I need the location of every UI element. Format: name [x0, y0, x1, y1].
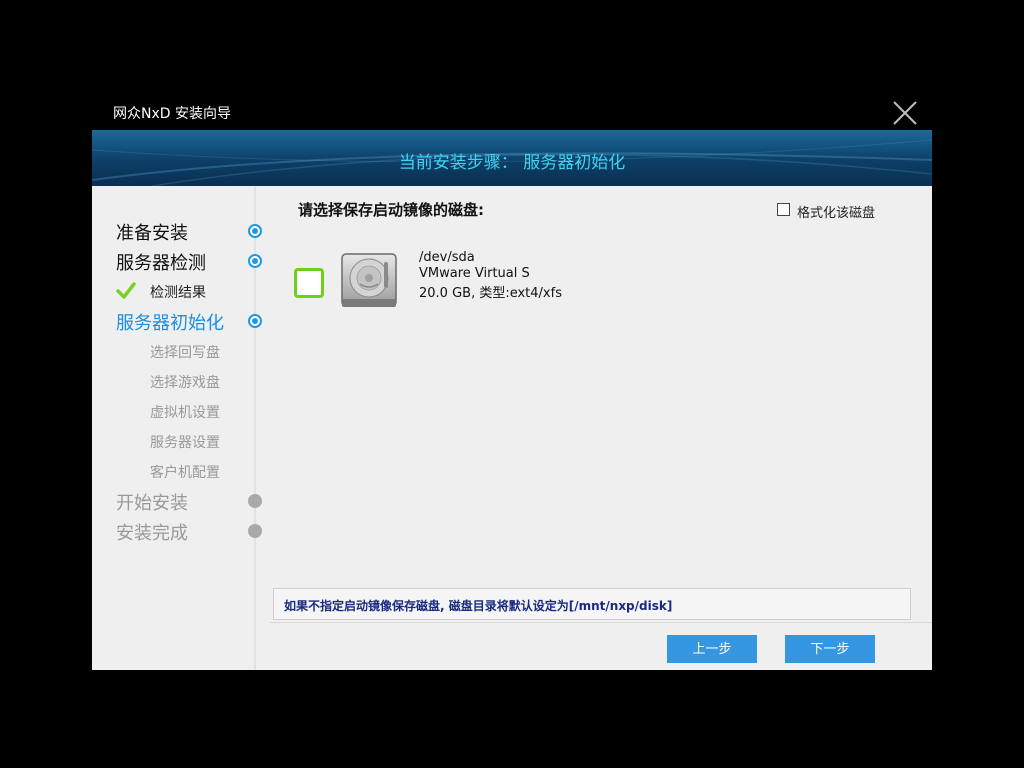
sidebar-substep-client-config: 客户机配置	[150, 465, 220, 481]
step-done-dot	[248, 254, 262, 268]
wizard-content: 准备安装 服务器检测 检测结果 服务器初始化 选择回写盘 选择游戏盘 虚拟机设置…	[92, 186, 932, 670]
step-pending-dot	[248, 524, 262, 538]
sidebar-substep-check-result: 检测结果	[150, 285, 206, 301]
disk-model: VMware Virtual S	[419, 266, 530, 281]
step-pending-dot	[248, 494, 262, 508]
hint-text: 如果不指定启动镜像保存磁盘, 磁盘目录将默认设定为[/mnt/nxp/disk]	[284, 599, 673, 613]
disk-select-checkbox[interactable]	[294, 268, 324, 298]
next-step-button[interactable]: 下一步	[785, 635, 875, 663]
step-current-dot	[248, 314, 262, 328]
hard-disk-icon[interactable]	[340, 252, 398, 310]
close-icon	[893, 101, 917, 125]
checkmark-icon	[116, 282, 136, 299]
sidebar-step-start-install: 开始安装	[116, 493, 188, 514]
format-disk-label[interactable]: 格式化该磁盘	[797, 202, 875, 221]
previous-step-button[interactable]: 上一步	[667, 635, 757, 663]
sidebar-step-server-check: 服务器检测	[116, 253, 206, 274]
sidebar-substep-writeback-disk: 选择回写盘	[150, 345, 220, 361]
sidebar-substep-game-disk: 选择游戏盘	[150, 375, 220, 391]
sidebar-substep-vm-settings: 虚拟机设置	[150, 405, 220, 421]
footer-divider	[270, 622, 932, 623]
disk-info: 20.0 GB, 类型:ext4/xfs	[419, 286, 562, 301]
default-path-hint: 如果不指定启动镜像保存磁盘, 磁盘目录将默认设定为[/mnt/nxp/disk]	[273, 588, 911, 620]
sidebar-substep-server-settings: 服务器设置	[150, 435, 220, 451]
app-title: 网众NxD 安装向导	[113, 106, 231, 122]
disk-prompt: 请选择保存启动镜像的磁盘:	[298, 201, 484, 219]
format-disk-checkbox[interactable]	[777, 203, 790, 216]
banner-title: 当前安装步骤： 服务器初始化	[398, 153, 626, 173]
close-button[interactable]	[891, 100, 919, 126]
sidebar-step-install-complete: 安装完成	[116, 523, 188, 544]
step-banner: 当前安装步骤： 服务器初始化	[92, 130, 932, 186]
step-done-dot	[248, 224, 262, 238]
sidebar-step-server-init: 服务器初始化	[116, 313, 224, 334]
sidebar-step-prepare: 准备安装	[116, 223, 188, 244]
disk-device-path: /dev/sda	[419, 250, 475, 265]
